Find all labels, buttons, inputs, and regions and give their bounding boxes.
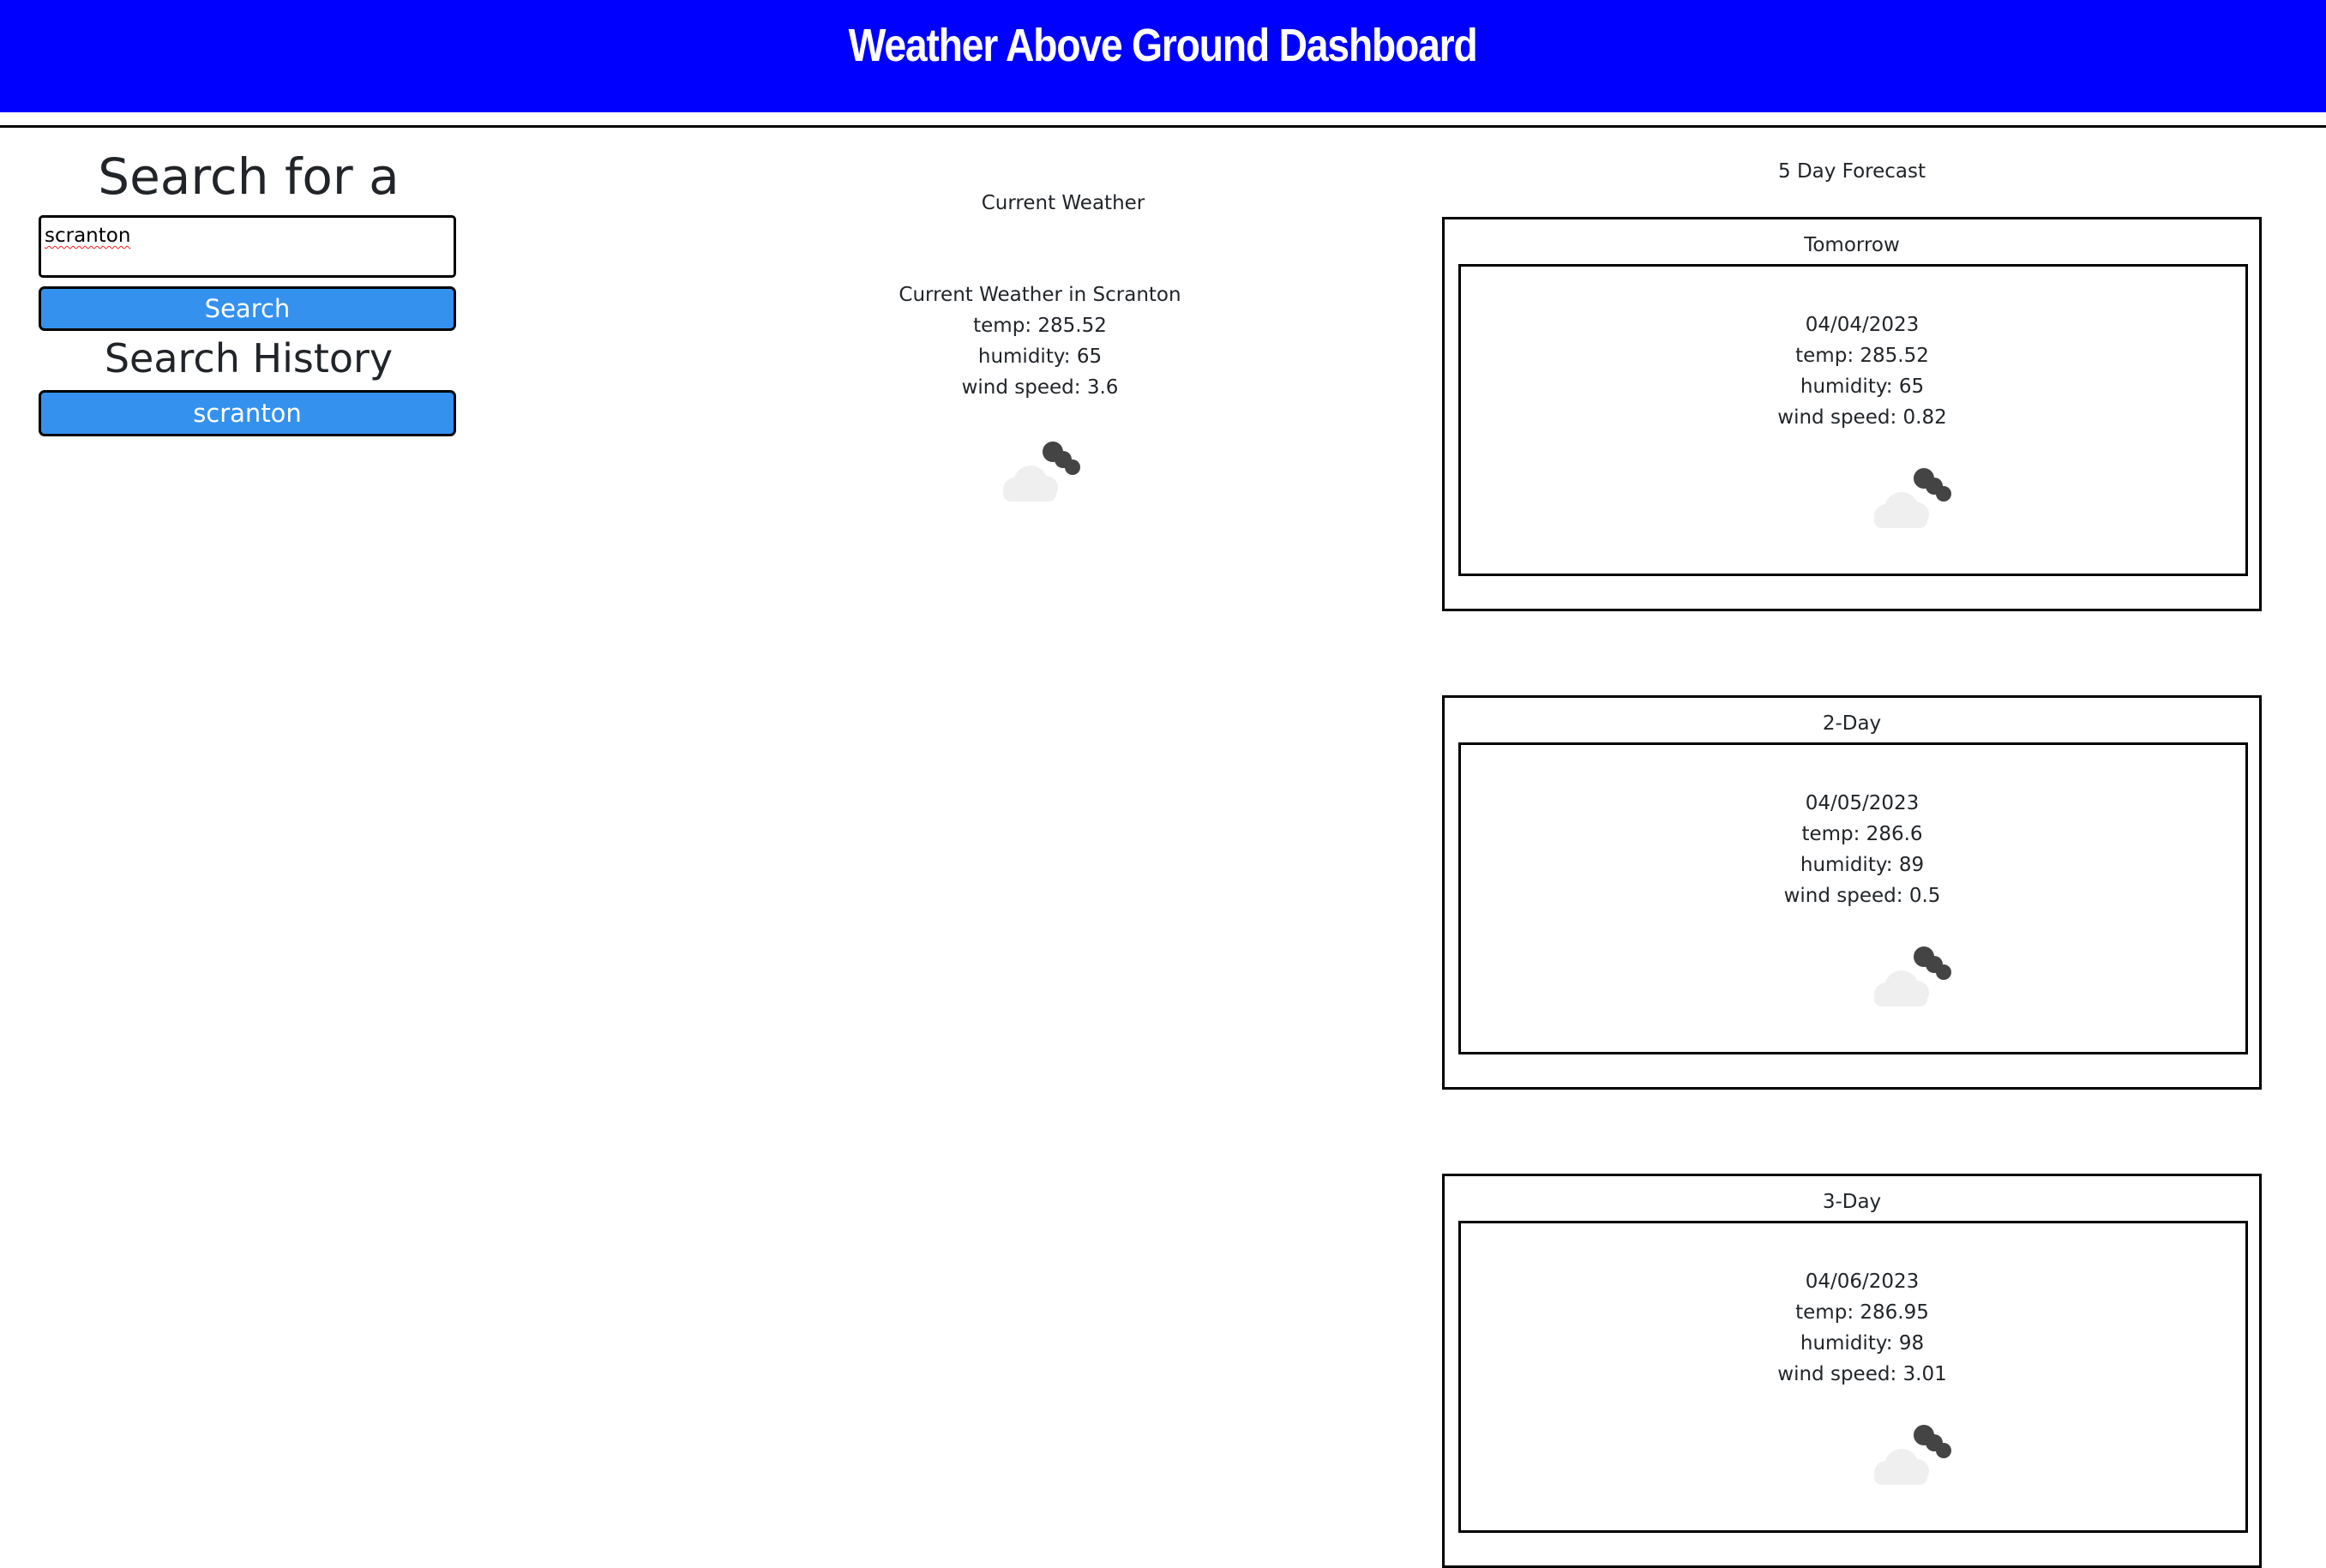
night-cloudy-icon [1874, 946, 1951, 1006]
forecast-day-title: 2-Day [1822, 712, 1882, 735]
header-bar: Weather Above Ground Dashboard [0, 0, 2326, 112]
night-cloudy-icon [1003, 442, 1080, 502]
forecast-date: 04/06/2023 [1805, 1271, 1920, 1293]
current-wind-speed: wind speed: 3.6 [961, 376, 1119, 399]
forecast-date: 04/05/2023 [1805, 792, 1920, 814]
forecast-wind-speed: wind speed: 0.5 [1783, 885, 1941, 907]
forecast-card-3-day: 3-Day 04/06/2023 temp: 286.95 humidity: … [1442, 1174, 2262, 1568]
night-cloudy-icon [1874, 1425, 1951, 1485]
forecast-temp: temp: 286.6 [1801, 823, 1923, 845]
search-button[interactable]: Search [39, 286, 456, 331]
page-title: Weather Above Ground Dashboard [849, 19, 1478, 71]
forecast-temp: temp: 286.95 [1795, 1301, 1929, 1324]
current-temp: temp: 285.52 [973, 315, 1107, 337]
current-weather-section-label: Current Weather [981, 192, 1145, 214]
forecast-day-title: Tomorrow [1804, 234, 1900, 256]
forecast-wind-speed: wind speed: 0.82 [1777, 406, 1947, 429]
forecast-card-tomorrow: Tomorrow 04/04/2023 temp: 285.52 humidit… [1442, 217, 2262, 611]
forecast-day-details-box: 04/05/2023 temp: 286.6 humidity: 89 wind… [1458, 742, 2248, 1054]
forecast-humidity: humidity: 98 [1800, 1332, 1925, 1355]
forecast-humidity: humidity: 89 [1800, 854, 1925, 876]
forecast-day-title: 3-Day [1822, 1191, 1882, 1213]
current-weather-details: Current Weather in Scranton temp: 285.52… [826, 279, 1254, 403]
forecast-card-2-day: 2-Day 04/05/2023 temp: 286.6 humidity: 8… [1442, 695, 2262, 1090]
header-divider [0, 125, 2326, 128]
forecast-date: 04/04/2023 [1805, 314, 1920, 336]
forecast-day-details-box: 04/04/2023 temp: 285.52 humidity: 65 win… [1458, 264, 2248, 576]
night-cloudy-icon [1874, 468, 1951, 528]
current-weather-heading: Current Weather in Scranton [899, 284, 1181, 306]
current-humidity: humidity: 65 [977, 345, 1103, 368]
city-search-input[interactable] [39, 215, 456, 278]
forecast-wind-speed: wind speed: 3.01 [1777, 1363, 1947, 1385]
forecast-humidity: humidity: 65 [1800, 375, 1925, 398]
forecast-section-label: 5 Day Forecast [1778, 160, 1926, 183]
forecast-day-details-box: 04/06/2023 temp: 286.95 humidity: 98 win… [1458, 1221, 2248, 1533]
search-history-heading: Search History [104, 335, 394, 381]
history-item-button[interactable]: scranton [39, 390, 456, 436]
forecast-temp: temp: 285.52 [1795, 345, 1929, 367]
